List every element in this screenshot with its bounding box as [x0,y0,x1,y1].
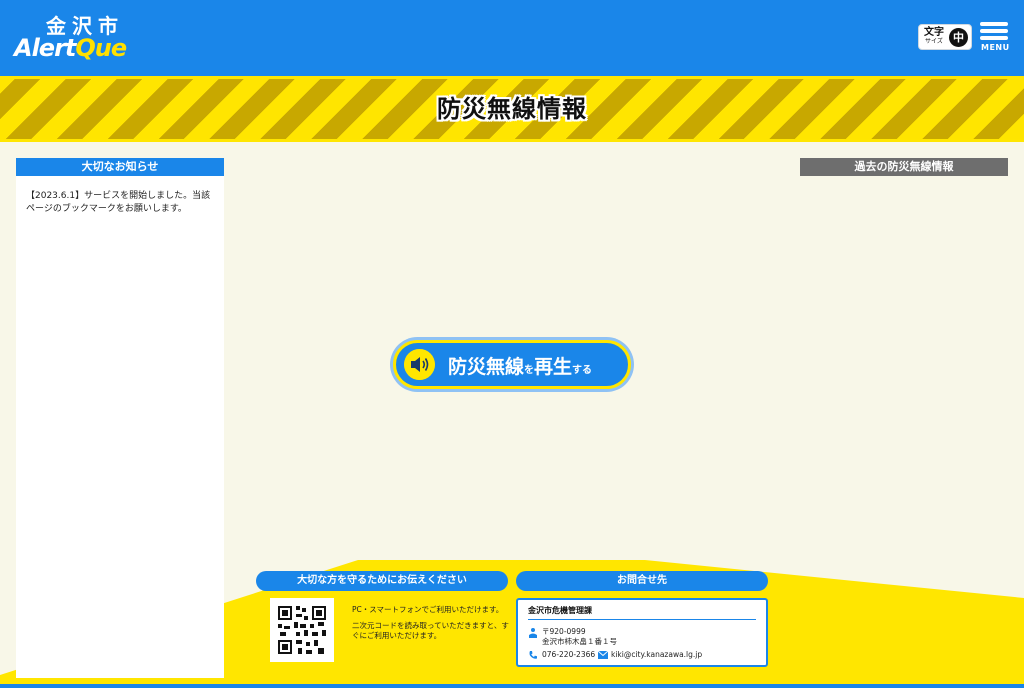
qr-code-image [270,598,334,662]
play-label-main2: 再生 [534,356,573,378]
contact-email[interactable]: kiki@city.kanazawa.lg.jp [611,650,702,659]
contact-heading: お問合せ先 [516,571,768,591]
share-text-devices: PC・スマートフォンでご利用いただけます。 [352,605,504,614]
phone-icon [529,651,537,659]
contact-box: 金沢市危機管理課 〒920-0999 金沢市柿木畠１番１号 076-220-23… [516,598,768,667]
notice-item: 【2023.6.1】サービスを開始しました。当該ページのブックマークをお願いしま… [26,191,211,214]
share-description: PC・スマートフォンでご利用いただけます。 二次元コードを読み取っていただきます… [352,605,510,647]
notices-heading: 大切なお知らせ [16,158,224,176]
play-broadcast-label: 防災無線を再生する [448,352,592,379]
location-icon [529,628,537,638]
play-label-suffix: する [572,365,593,376]
play-label-main: 防災無線 [448,356,525,378]
qr-finder-bottom-left-dot [282,644,288,650]
qr-finder-top-left-dot [282,610,288,616]
play-broadcast-button[interactable]: 防災無線を再生する [393,340,631,389]
bottom-border [0,684,1024,688]
play-broadcast-button-outer[interactable]: 防災無線を再生する [390,337,634,392]
share-text-qr: 二次元コードを読み取っていただきますと、すぐにご利用いただけます。 [352,621,509,640]
phone-icon-handset [529,651,537,659]
past-broadcasts-heading[interactable]: 過去の防災無線情報 [800,158,1008,176]
speaker-icon-body [411,361,415,368]
share-heading: 大切な方を守るためにお伝えください [256,571,508,591]
contact-divider [528,619,756,620]
mail-icon [598,651,608,659]
contact-phone[interactable]: 076-220-2366 [542,650,595,659]
notices-panel: 大切なお知らせ 【2023.6.1】サービスを開始しました。当該ページのブックマ… [16,158,224,678]
speaker-icon [404,349,435,380]
play-label-particle: を [524,365,535,376]
qr-finder-top-right-dot [316,610,322,616]
contact-address: 金沢市柿木畠１番１号 [542,637,617,646]
location-icon-body [529,633,537,638]
contact-organization: 金沢市危機管理課 [528,606,592,615]
location-icon-head [531,628,535,632]
